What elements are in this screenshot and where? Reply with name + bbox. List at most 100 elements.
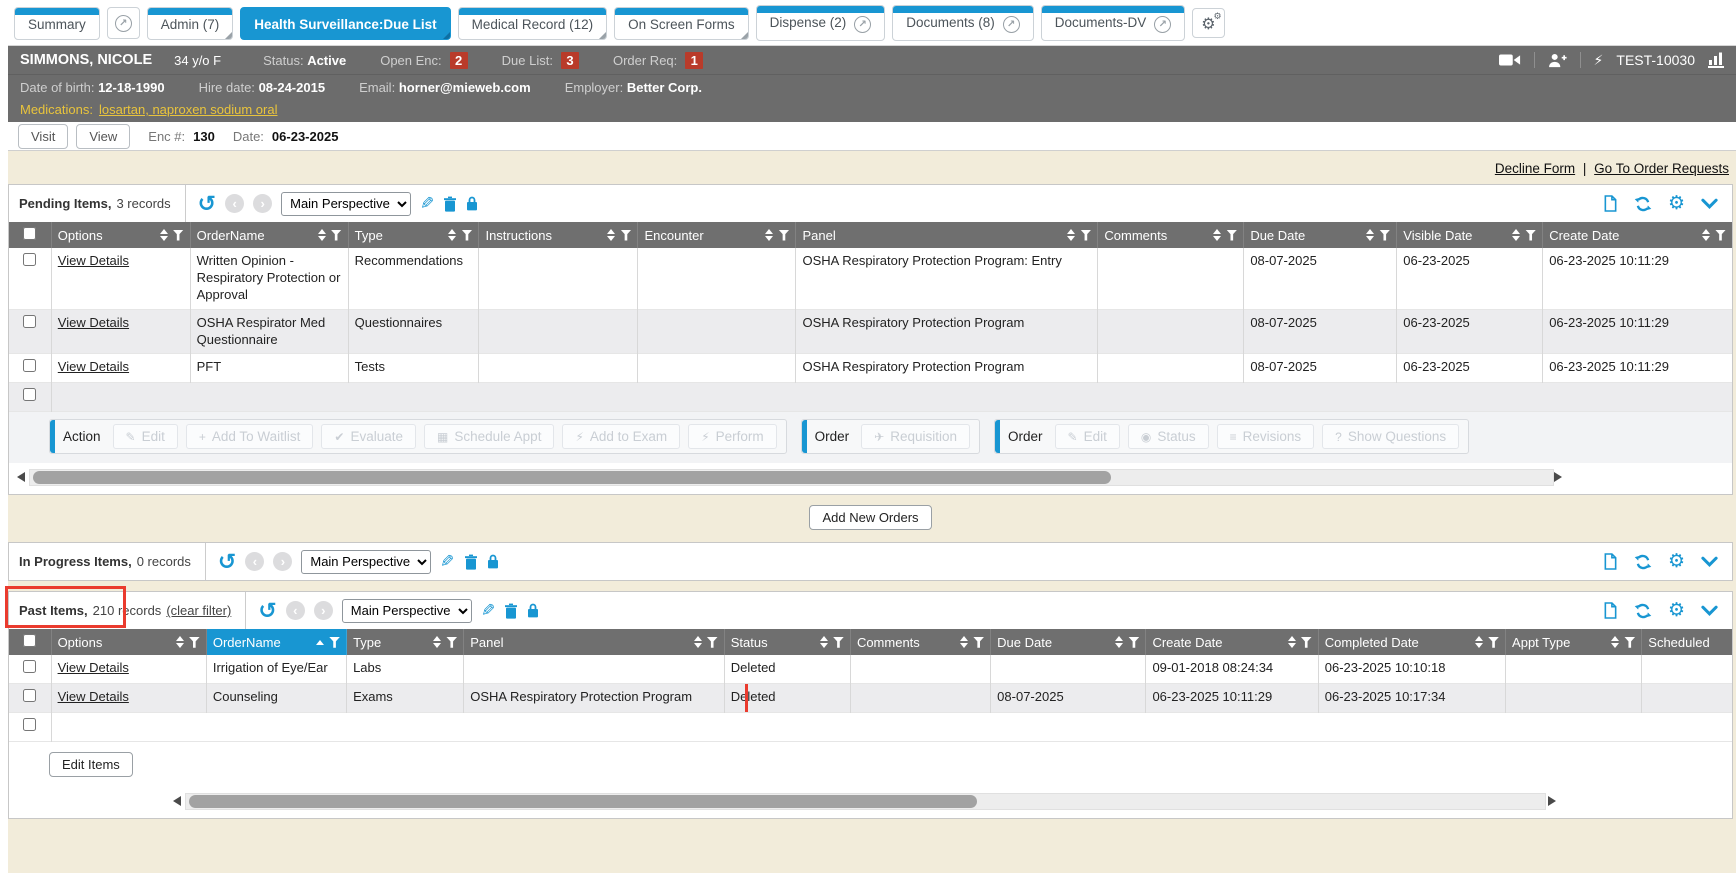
column-header-ordername[interactable]: OrderName xyxy=(206,629,346,655)
column-header-encounter[interactable]: Encounter xyxy=(638,222,796,248)
delete-perspective-icon[interactable] xyxy=(504,603,518,619)
view-details-link[interactable]: View Details xyxy=(58,689,129,704)
row-checkbox[interactable] xyxy=(23,315,36,328)
column-header-appt-type[interactable]: Appt Type xyxy=(1506,629,1642,655)
column-header-options[interactable]: Options xyxy=(51,222,190,248)
view-details-link[interactable]: View Details xyxy=(58,359,129,374)
column-header-create-date[interactable]: Create Date xyxy=(1543,222,1732,248)
row-checkbox[interactable] xyxy=(23,718,36,731)
tab-medical-record[interactable]: Medical Record (12) xyxy=(458,7,608,40)
tab-summary[interactable]: Summary xyxy=(14,7,100,40)
edit-button[interactable]: ✎Edit xyxy=(113,424,178,449)
column-header-type[interactable]: Type xyxy=(348,222,479,248)
tab-documents-dv[interactable]: Documents-DV↗ xyxy=(1041,5,1186,41)
column-header-comments[interactable]: Comments xyxy=(850,629,990,655)
go-to-order-requests-link[interactable]: Go To Order Requests xyxy=(1594,161,1729,176)
clear-filter-link[interactable]: (clear filter) xyxy=(166,603,231,618)
history-back-icon[interactable]: ‹ xyxy=(286,601,305,620)
scrollbar-thumb[interactable] xyxy=(33,471,1111,484)
row-checkbox[interactable] xyxy=(23,388,36,401)
column-header-ordername[interactable]: OrderName xyxy=(190,222,348,248)
revisions-button[interactable]: ≡Revisions xyxy=(1217,424,1315,449)
due-list-badge[interactable]: 3 xyxy=(561,52,579,69)
order-edit-button[interactable]: ✎Edit xyxy=(1055,424,1120,449)
history-back-icon[interactable]: ‹ xyxy=(225,194,244,213)
column-header-create-date[interactable]: Create Date xyxy=(1146,629,1318,655)
delete-perspective-icon[interactable] xyxy=(464,554,478,570)
view-details-link[interactable]: View Details xyxy=(58,315,129,330)
tab-health-surveillance-due-list[interactable]: Health Surveillance:Due List xyxy=(240,7,450,40)
column-header-scheduled[interactable]: Scheduled xyxy=(1642,629,1732,655)
export-document-icon[interactable] xyxy=(1603,553,1618,570)
column-header-instructions[interactable]: Instructions xyxy=(479,222,638,248)
column-header-due-date[interactable]: Due Date xyxy=(991,629,1146,655)
view-details-link[interactable]: View Details xyxy=(58,253,129,268)
lock-icon[interactable] xyxy=(487,554,499,569)
refresh-icon[interactable] xyxy=(1634,602,1652,620)
status-button[interactable]: ◉Status xyxy=(1128,424,1209,449)
column-header-options[interactable]: Options xyxy=(51,629,206,655)
undo-icon[interactable]: ↺ xyxy=(258,600,276,622)
tab-summary-popout-button[interactable]: ↗ xyxy=(107,7,140,39)
video-camera-icon[interactable] xyxy=(1499,53,1521,67)
history-back-icon[interactable]: ‹ xyxy=(245,552,264,571)
panel-settings-gear-icon[interactable]: ⚙ xyxy=(1668,601,1685,620)
requisition-button[interactable]: ✈Requisition xyxy=(861,424,970,449)
row-checkbox[interactable] xyxy=(23,253,36,266)
row-checkbox[interactable] xyxy=(23,660,36,673)
perform-button[interactable]: ⚡Perform xyxy=(688,424,776,449)
column-header-panel[interactable]: Panel xyxy=(796,222,1098,248)
tab-admin[interactable]: Admin (7) xyxy=(147,7,234,40)
decline-form-link[interactable]: Decline Form xyxy=(1495,161,1575,176)
tab-dispense[interactable]: Dispense (2)↗ xyxy=(756,5,886,41)
scroll-right-arrow[interactable] xyxy=(1554,472,1562,482)
scroll-left-arrow[interactable] xyxy=(17,472,25,482)
collapse-chevron-icon[interactable] xyxy=(1701,556,1718,567)
bar-chart-icon[interactable] xyxy=(1708,52,1724,68)
edit-items-button[interactable]: Edit Items xyxy=(49,752,133,777)
view-button[interactable]: View xyxy=(76,124,130,149)
edit-perspective-icon[interactable]: ✎ xyxy=(481,601,495,621)
lock-icon[interactable] xyxy=(527,603,539,618)
column-header-visible-date[interactable]: Visible Date xyxy=(1397,222,1543,248)
edit-perspective-icon[interactable]: ✎ xyxy=(440,552,454,572)
tab-settings-button[interactable]: ⚙ ⚙ xyxy=(1192,8,1224,38)
order-req-badge[interactable]: 1 xyxy=(685,52,703,69)
undo-icon[interactable]: ↺ xyxy=(218,551,236,573)
edit-perspective-icon[interactable]: ✎ xyxy=(420,194,434,214)
row-checkbox[interactable] xyxy=(23,689,36,702)
add-new-orders-button[interactable]: Add New Orders xyxy=(809,505,931,530)
evaluate-button[interactable]: ✔Evaluate xyxy=(321,424,416,449)
lock-icon[interactable] xyxy=(466,196,478,211)
past-perspective-select[interactable]: Main Perspective xyxy=(342,599,472,623)
refresh-icon[interactable] xyxy=(1634,553,1652,571)
refresh-icon[interactable] xyxy=(1634,195,1652,213)
show-questions-button[interactable]: ?Show Questions xyxy=(1322,424,1459,449)
quick-action-bolt-icon[interactable]: ⚡ xyxy=(1594,52,1604,69)
pending-horizontal-scrollbar[interactable] xyxy=(15,469,1726,486)
undo-icon[interactable]: ↺ xyxy=(198,193,216,215)
popout-icon[interactable]: ↗ xyxy=(1154,16,1171,33)
add-to-exam-button[interactable]: ⚡Add to Exam xyxy=(562,424,680,449)
history-forward-icon[interactable]: › xyxy=(273,552,292,571)
schedule-appt-button[interactable]: ▦Schedule Appt xyxy=(424,424,554,449)
view-details-link[interactable]: View Details xyxy=(58,660,129,675)
delete-perspective-icon[interactable] xyxy=(443,196,457,212)
in-progress-perspective-select[interactable]: Main Perspective xyxy=(301,550,431,574)
collapse-chevron-icon[interactable] xyxy=(1701,605,1718,616)
column-header-type[interactable]: Type xyxy=(347,629,464,655)
tab-on-screen-forms[interactable]: On Screen Forms xyxy=(614,7,749,40)
collapse-chevron-icon[interactable] xyxy=(1701,198,1718,209)
column-header-panel[interactable]: Panel xyxy=(464,629,724,655)
panel-settings-gear-icon[interactable]: ⚙ xyxy=(1668,552,1685,571)
export-document-icon[interactable] xyxy=(1603,602,1618,619)
column-header-due-date[interactable]: Due Date xyxy=(1244,222,1397,248)
pending-perspective-select[interactable]: Main Perspective xyxy=(281,192,411,216)
column-header-completed-date[interactable]: Completed Date xyxy=(1318,629,1505,655)
tab-documents[interactable]: Documents (8)↗ xyxy=(892,5,1034,41)
column-header-comments[interactable]: Comments xyxy=(1098,222,1244,248)
panel-settings-gear-icon[interactable]: ⚙ xyxy=(1668,194,1685,213)
column-header-status[interactable]: Status xyxy=(724,629,850,655)
scrollbar-thumb[interactable] xyxy=(189,795,977,808)
medications-list[interactable]: losartan, naproxen sodium oral xyxy=(99,102,278,117)
